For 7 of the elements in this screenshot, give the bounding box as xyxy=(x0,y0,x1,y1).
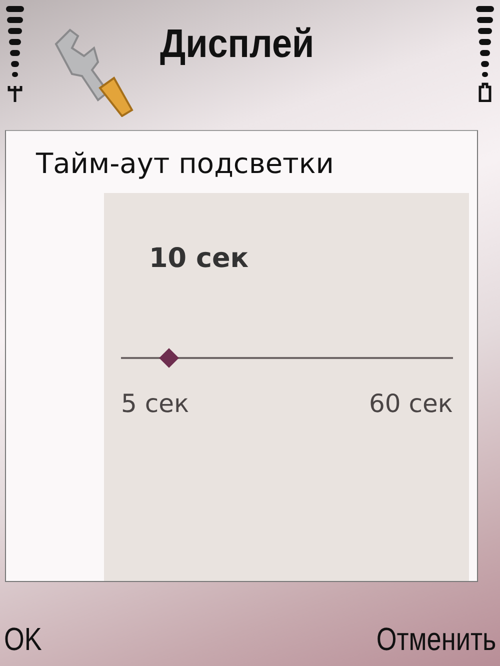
cancel-softkey[interactable]: Отменить xyxy=(376,621,496,658)
slider-value: 10 сек xyxy=(149,243,250,276)
screen-title: Дисплей xyxy=(160,22,314,67)
ok-softkey[interactable]: OK xyxy=(4,621,42,658)
dialog-title: Тайм-аут подсветки xyxy=(34,146,335,182)
min-label: 5 сек xyxy=(121,389,190,418)
max-label: 60 сек xyxy=(369,389,453,418)
